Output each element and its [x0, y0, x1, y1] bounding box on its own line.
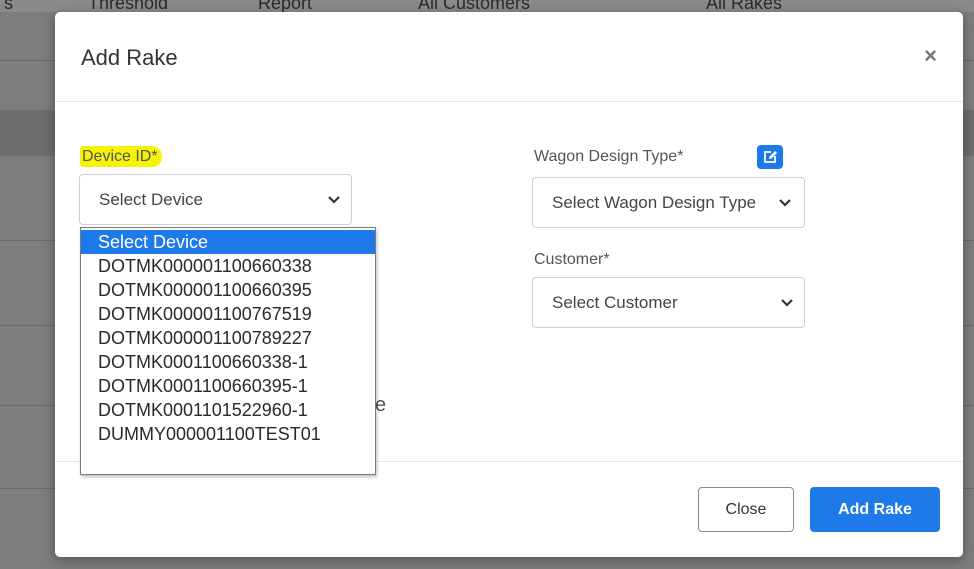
- device-option[interactable]: Select Device: [81, 230, 375, 254]
- device-id-label: Device ID*: [80, 146, 162, 167]
- obscured-label-fragment: e: [375, 394, 387, 416]
- device-option[interactable]: DOTMK000001100660338: [81, 254, 375, 278]
- device-select-value: Select Device: [99, 189, 203, 209]
- device-dropdown-list: Select Device DOTMK000001100660338 DOTMK00…: [80, 227, 376, 475]
- device-option[interactable]: DOTMK000001100767519: [81, 302, 375, 326]
- wagon-design-type-value: Select Wagon Design Type: [552, 192, 757, 212]
- device-option[interactable]: DOTMK000001100789227: [81, 326, 375, 350]
- device-option[interactable]: DOTMK000001100660395: [81, 278, 375, 302]
- wagon-design-type-select[interactable]: Select Wagon Design Type: [532, 177, 805, 228]
- chevron-down-icon: [768, 198, 802, 208]
- device-option[interactable]: DOTMK0001100660395-1: [81, 374, 375, 398]
- device-option[interactable]: DUMMY000001100TEST01: [81, 422, 375, 446]
- modal-footer: Close Add Rake: [55, 461, 963, 557]
- chevron-down-icon: [317, 195, 351, 205]
- edit-icon[interactable]: [757, 145, 783, 169]
- device-option[interactable]: DOTMK0001101522960-1: [81, 398, 375, 422]
- modal-header: Add Rake ×: [55, 12, 963, 102]
- customer-select-value: Select Customer: [552, 292, 678, 312]
- modal-title: Add Rake: [81, 45, 178, 70]
- device-option[interactable]: DOTMK0001100660338-1: [81, 350, 375, 374]
- close-icon[interactable]: ×: [924, 45, 937, 67]
- device-id-label-text: Device ID*: [80, 146, 162, 167]
- wagon-design-type-label: Wagon Design Type*: [534, 148, 684, 165]
- close-button[interactable]: Close: [698, 487, 794, 532]
- customer-select[interactable]: Select Customer: [532, 277, 805, 328]
- device-select[interactable]: Select Device: [79, 174, 352, 225]
- chevron-down-icon: [770, 298, 804, 308]
- background-tab-fragment: s: [4, 0, 13, 13]
- customer-label: Customer*: [534, 251, 610, 268]
- add-rake-button[interactable]: Add Rake: [810, 487, 940, 532]
